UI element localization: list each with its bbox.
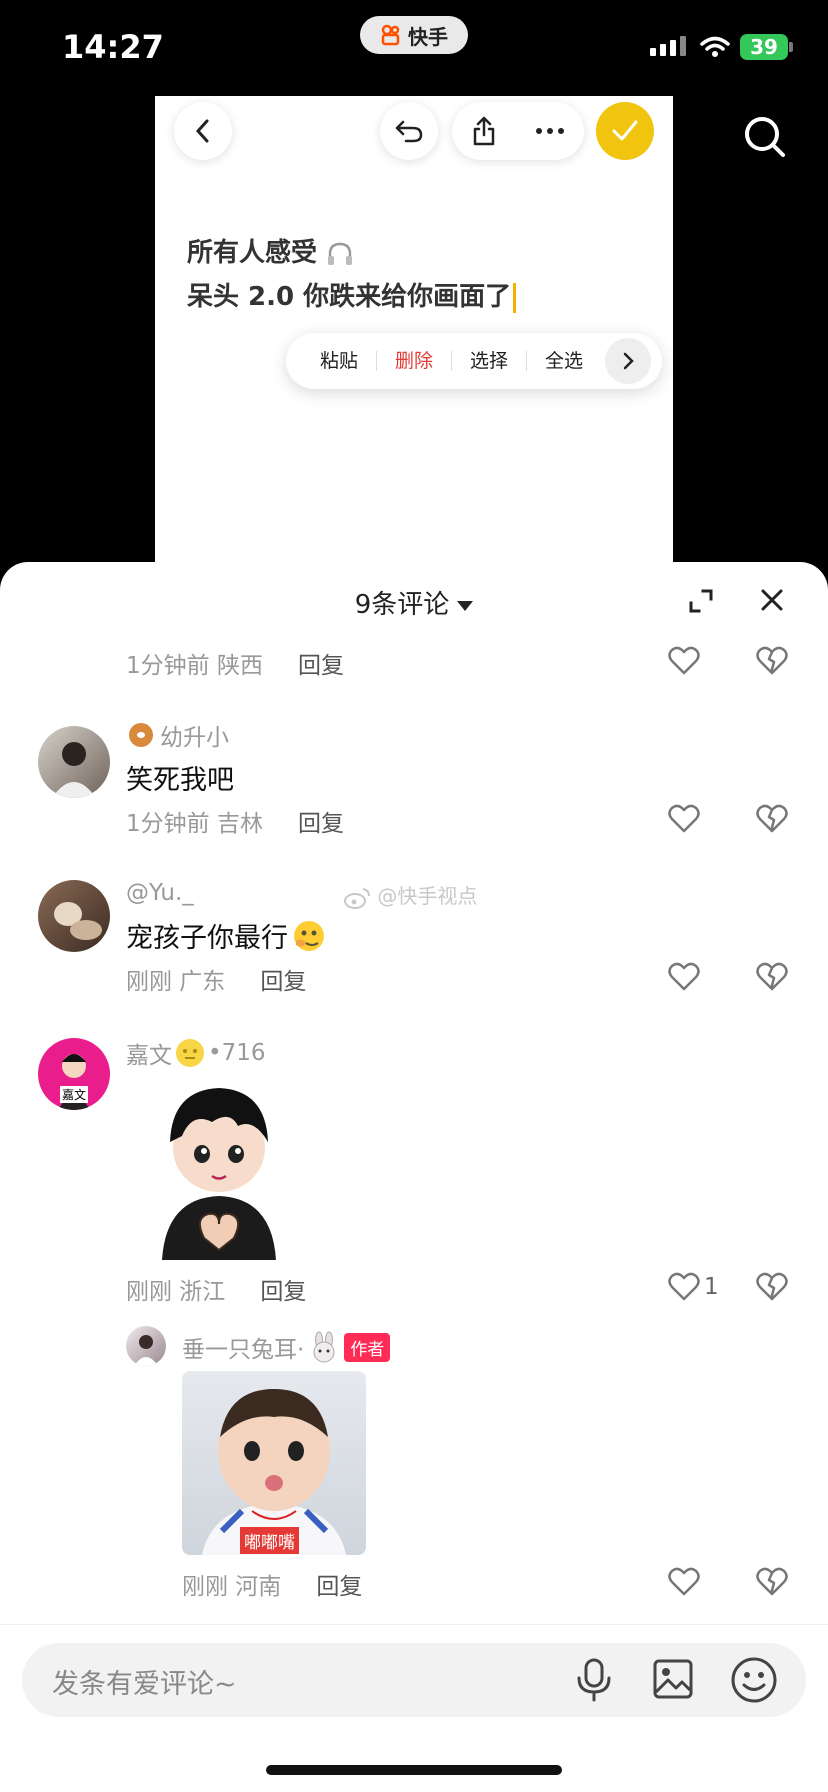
rabbit-emoji-icon bbox=[313, 1331, 335, 1363]
reply-avatar[interactable] bbox=[126, 1326, 166, 1366]
reply-author[interactable]: 垂一只兔耳· 作者 bbox=[182, 1330, 391, 1364]
emoji-icon[interactable] bbox=[730, 1656, 778, 1704]
comment-meta-row: 1分钟前 吉林 回复 bbox=[126, 811, 345, 837]
image-icon[interactable] bbox=[652, 1658, 694, 1700]
note-line-2[interactable]: 呆头 2.0 你跌来给你画面了 bbox=[187, 276, 517, 313]
avatar[interactable]: 嘉文 bbox=[38, 1038, 110, 1110]
undo-icon bbox=[395, 120, 423, 143]
reply-button[interactable]: 回复 bbox=[316, 1574, 362, 1600]
dislike-icon[interactable] bbox=[756, 1567, 788, 1597]
sticker-caption: 嘟嘟嘴 bbox=[240, 1527, 299, 1554]
kuaishou-logo-icon bbox=[381, 24, 400, 46]
weibo-logo-icon bbox=[344, 887, 370, 909]
reply-sticker-image[interactable]: 嘟嘟嘴 bbox=[182, 1371, 366, 1555]
heart-hands-boy-sticker-icon[interactable] bbox=[142, 1078, 296, 1260]
heart-icon[interactable] bbox=[668, 804, 700, 834]
wifi-icon bbox=[700, 36, 730, 57]
heart-icon bbox=[668, 1272, 700, 1301]
reply-button[interactable]: 回复 bbox=[298, 811, 344, 837]
home-indicator[interactable] bbox=[266, 1765, 562, 1775]
caret-down-icon bbox=[457, 600, 474, 611]
comment-meta-row: 刚刚 广东 回复 bbox=[126, 969, 307, 995]
expand-icon[interactable] bbox=[688, 588, 714, 614]
checkmark-icon bbox=[612, 120, 638, 141]
moon-face-emoji-icon bbox=[176, 1039, 204, 1067]
done-button[interactable] bbox=[596, 102, 654, 160]
avatar-portrait-icon bbox=[52, 742, 96, 798]
comment-meta-row: 刚刚 浙江 回复 bbox=[126, 1279, 307, 1305]
comment-author[interactable]: 嘉文 •716 bbox=[126, 1036, 265, 1070]
peeking-face-emoji-icon bbox=[294, 920, 324, 951]
avatar[interactable] bbox=[38, 726, 110, 798]
close-icon[interactable] bbox=[760, 588, 784, 612]
dislike-icon[interactable] bbox=[756, 646, 788, 676]
text-cursor bbox=[513, 282, 517, 313]
paste-menu-item[interactable]: 粘贴 bbox=[302, 351, 378, 371]
search-icon[interactable] bbox=[742, 114, 788, 160]
back-to-app-pill[interactable]: 快手 bbox=[360, 16, 468, 54]
undo-button[interactable] bbox=[380, 102, 438, 160]
bagel-icon bbox=[129, 723, 153, 747]
reply-button[interactable]: 回复 bbox=[260, 969, 306, 995]
comment-author[interactable]: @Yu._ bbox=[126, 880, 194, 906]
share-icon[interactable] bbox=[471, 115, 497, 147]
heart-icon[interactable] bbox=[668, 646, 700, 676]
reply-button[interactable]: 回复 bbox=[260, 1279, 306, 1305]
battery-cap bbox=[789, 42, 793, 52]
dislike-icon[interactable] bbox=[756, 1272, 788, 1302]
chevron-left-icon bbox=[195, 119, 209, 143]
more-icon[interactable] bbox=[535, 127, 565, 135]
avatar-photo-icon bbox=[54, 902, 102, 940]
comments-sheet bbox=[0, 562, 828, 1792]
watermark: @快手视点 bbox=[343, 880, 477, 909]
author-badge: 作者 bbox=[344, 1332, 391, 1362]
comment-text[interactable]: 宠孩子你最行 bbox=[126, 916, 326, 955]
comment-author[interactable]: 幼升小 bbox=[126, 718, 229, 752]
avatar[interactable] bbox=[38, 880, 110, 952]
comment-text[interactable]: 笑死我吧 bbox=[126, 758, 234, 797]
select-menu-item[interactable]: 选择 bbox=[452, 351, 528, 371]
note-back-button[interactable] bbox=[174, 102, 232, 160]
battery-level: 39 bbox=[740, 34, 788, 60]
reply-button[interactable]: 回复 bbox=[298, 653, 344, 679]
microphone-icon[interactable] bbox=[574, 1658, 614, 1702]
avatar-label: 嘉文 bbox=[60, 1086, 89, 1103]
headphones-icon bbox=[328, 242, 353, 265]
dislike-icon[interactable] bbox=[756, 804, 788, 834]
input-divider bbox=[0, 1624, 828, 1625]
delete-menu-item[interactable]: 删除 bbox=[377, 351, 453, 371]
avatar-portrait-icon bbox=[134, 1335, 158, 1366]
comment-meta-row: 刚刚 河南 回复 bbox=[182, 1574, 363, 1600]
comment-input-placeholder: 发条有爱评论~ bbox=[52, 1669, 237, 1700]
note-toolbar bbox=[452, 102, 584, 160]
like-button[interactable]: 1 bbox=[668, 1272, 719, 1302]
text-context-menu: 粘贴 删除 选择 全选 bbox=[286, 333, 662, 389]
chevron-right-icon bbox=[623, 352, 634, 370]
like-count: 1 bbox=[704, 1274, 719, 1300]
status-time: 14:27 bbox=[62, 28, 164, 66]
cellular-signal-icon bbox=[650, 36, 686, 56]
heart-icon[interactable] bbox=[668, 962, 700, 992]
context-menu-next-button[interactable] bbox=[605, 338, 652, 384]
note-line-1[interactable]: 所有人感受 bbox=[187, 232, 354, 269]
app-pill-label: 快手 bbox=[408, 24, 448, 49]
comment-meta-row: 1分钟前 陕西 回复 bbox=[126, 653, 345, 679]
select-all-menu-item[interactable]: 全选 bbox=[527, 351, 601, 371]
heart-icon[interactable] bbox=[668, 1567, 700, 1597]
dislike-icon[interactable] bbox=[756, 962, 788, 992]
